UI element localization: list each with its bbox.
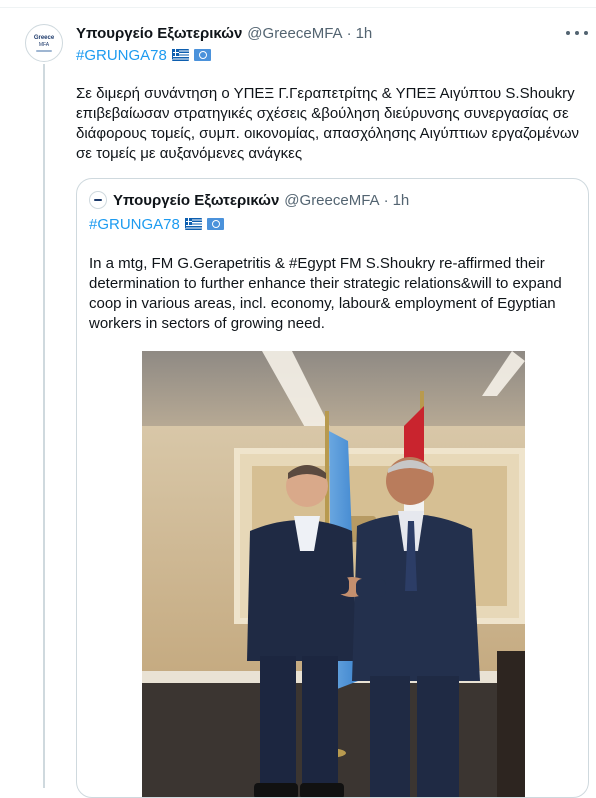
tweet-time[interactable]: 1h bbox=[356, 25, 373, 42]
quoted-hashtag-link[interactable]: #GRUNGA78 bbox=[89, 216, 180, 233]
quoted-author-name[interactable]: Υπουργείο Εξωτερικών bbox=[113, 192, 279, 209]
quoted-tweet-card[interactable]: Υπουργείο Εξωτερικών @GreeceMFA · 1h #GR… bbox=[76, 178, 589, 798]
avatar-sublabel: MFA bbox=[38, 41, 50, 48]
thread-line bbox=[43, 64, 45, 788]
quoted-separator-dot: · bbox=[383, 191, 389, 209]
quoted-author-handle[interactable]: @GreeceMFA bbox=[284, 192, 379, 209]
avatar-emblem bbox=[36, 49, 52, 52]
quoted-avatar[interactable] bbox=[89, 191, 107, 209]
tweet-text: Σε διμερή συνάντηση ο ΥΠΕΞ Γ.Γεραπετρίτη… bbox=[76, 85, 580, 162]
un-flag-icon bbox=[193, 49, 211, 61]
top-divider bbox=[0, 7, 596, 8]
hashtag-line: #GRUNGA78 bbox=[76, 45, 211, 65]
quoted-tweet-time[interactable]: 1h bbox=[393, 192, 410, 209]
quoted-tweet-header: Υπουργείο Εξωτερικών @GreeceMFA · 1h bbox=[89, 190, 409, 210]
meeting-photo[interactable] bbox=[142, 351, 525, 797]
greece-flag-icon bbox=[171, 49, 189, 61]
avatar[interactable]: Greece MFA bbox=[25, 24, 63, 62]
author-name[interactable]: Υπουργείο Εξωτερικών bbox=[76, 25, 242, 42]
author-handle[interactable]: @GreeceMFA bbox=[247, 25, 342, 42]
greece-flag-icon bbox=[184, 218, 202, 230]
hashtag-link[interactable]: #GRUNGA78 bbox=[76, 47, 167, 64]
quoted-hashtag-line: #GRUNGA78 bbox=[89, 214, 224, 234]
separator-dot: · bbox=[346, 24, 352, 42]
quoted-tweet-text: In a mtg, FM G.Gerapetritis & #Egypt FM … bbox=[89, 255, 562, 332]
avatar-label: Greece bbox=[33, 34, 55, 41]
un-flag-icon bbox=[206, 218, 224, 230]
tweet-header: Υπουργείο Εξωτερικών @GreeceMFA · 1h bbox=[76, 22, 372, 44]
more-options-icon[interactable] bbox=[566, 25, 588, 41]
